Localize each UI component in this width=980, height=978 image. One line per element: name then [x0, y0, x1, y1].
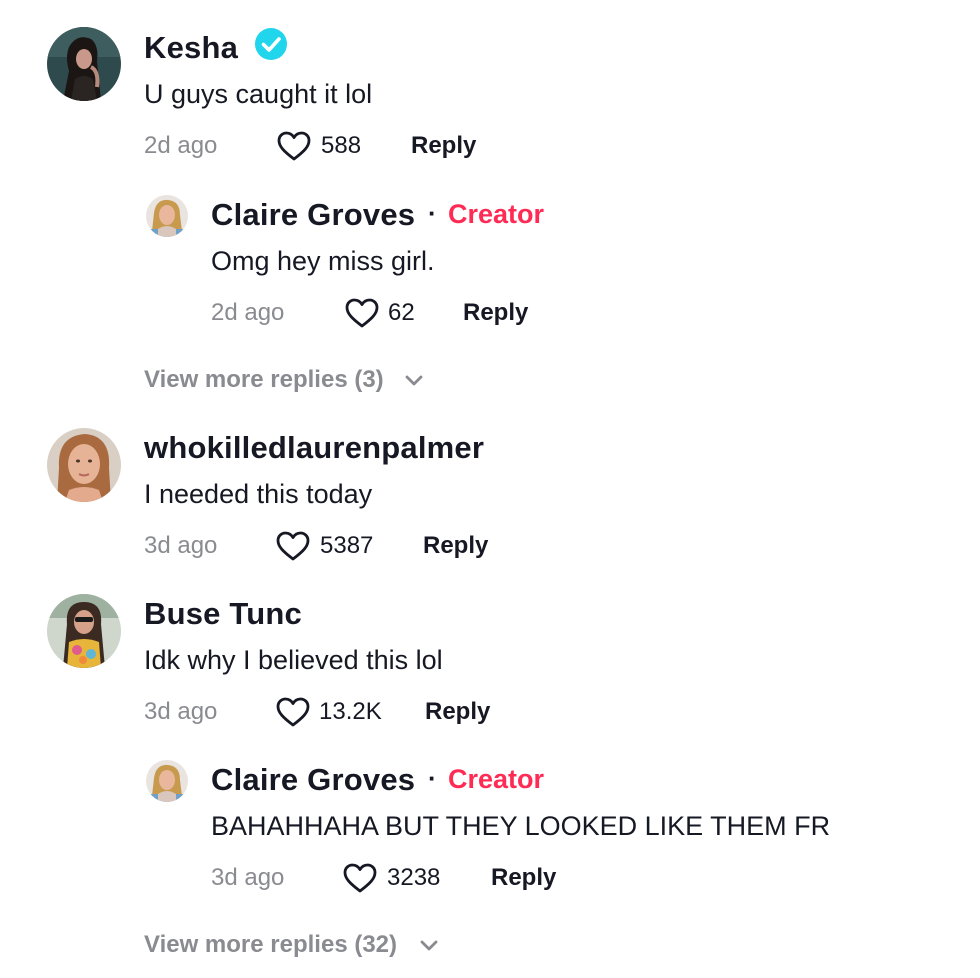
comment-timestamp: 3d ago	[144, 532, 218, 559]
reply-username[interactable]: Claire Groves	[211, 762, 415, 798]
avatar[interactable]	[146, 195, 188, 237]
heart-outline-icon[interactable]	[344, 297, 380, 329]
creator-badge: Creator	[448, 199, 545, 229]
chevron-down-icon[interactable]	[405, 374, 423, 386]
comment-username[interactable]: Kesha	[144, 30, 238, 66]
comment-text: Idk why I believed this lol	[144, 645, 443, 675]
verified-check-icon	[254, 27, 288, 61]
like-count: 588	[321, 132, 362, 159]
chevron-down-icon[interactable]	[420, 939, 438, 951]
like-count: 13.2K	[319, 698, 382, 725]
heart-outline-icon[interactable]	[342, 862, 378, 894]
comment-username[interactable]: Buse Tunc	[144, 596, 302, 632]
reply-button[interactable]: Reply	[491, 864, 556, 892]
reply-button[interactable]: Reply	[425, 698, 490, 726]
heart-outline-icon[interactable]	[275, 530, 311, 562]
creator-badge: Creator	[448, 764, 545, 794]
reply-text: Omg hey miss girl.	[211, 246, 435, 276]
reply-button[interactable]: Reply	[423, 532, 488, 560]
view-more-replies-label[interactable]: View more replies (3)	[144, 366, 384, 394]
reply-timestamp: 3d ago	[211, 864, 285, 891]
comment-timestamp: 3d ago	[144, 698, 218, 725]
like-count: 5387	[320, 532, 374, 559]
reply-text: BAHAHHAHA BUT THEY LOOKED LIKE THEM FR	[211, 811, 831, 841]
avatar[interactable]	[47, 594, 121, 668]
comment-username[interactable]: whokilledlaurenpalmer	[144, 430, 484, 466]
comment-timestamp: 2d ago	[144, 132, 218, 159]
like-count: 62	[388, 299, 415, 326]
reply-timestamp: 2d ago	[211, 299, 285, 326]
reply-username[interactable]: Claire Groves	[211, 197, 415, 233]
comment-text: I needed this today	[144, 479, 373, 509]
heart-outline-icon[interactable]	[276, 130, 312, 162]
reply-button[interactable]: Reply	[411, 132, 476, 160]
avatar[interactable]	[47, 27, 121, 101]
avatar[interactable]	[47, 428, 121, 502]
heart-outline-icon[interactable]	[275, 696, 311, 728]
badge-separator: ·	[428, 198, 437, 228]
view-more-replies-label[interactable]: View more replies (32)	[144, 931, 397, 959]
like-count: 3238	[387, 864, 441, 891]
badge-separator: ·	[428, 763, 437, 793]
comment-text: U guys caught it lol	[144, 79, 373, 109]
avatar[interactable]	[146, 760, 188, 802]
reply-button[interactable]: Reply	[463, 299, 528, 327]
